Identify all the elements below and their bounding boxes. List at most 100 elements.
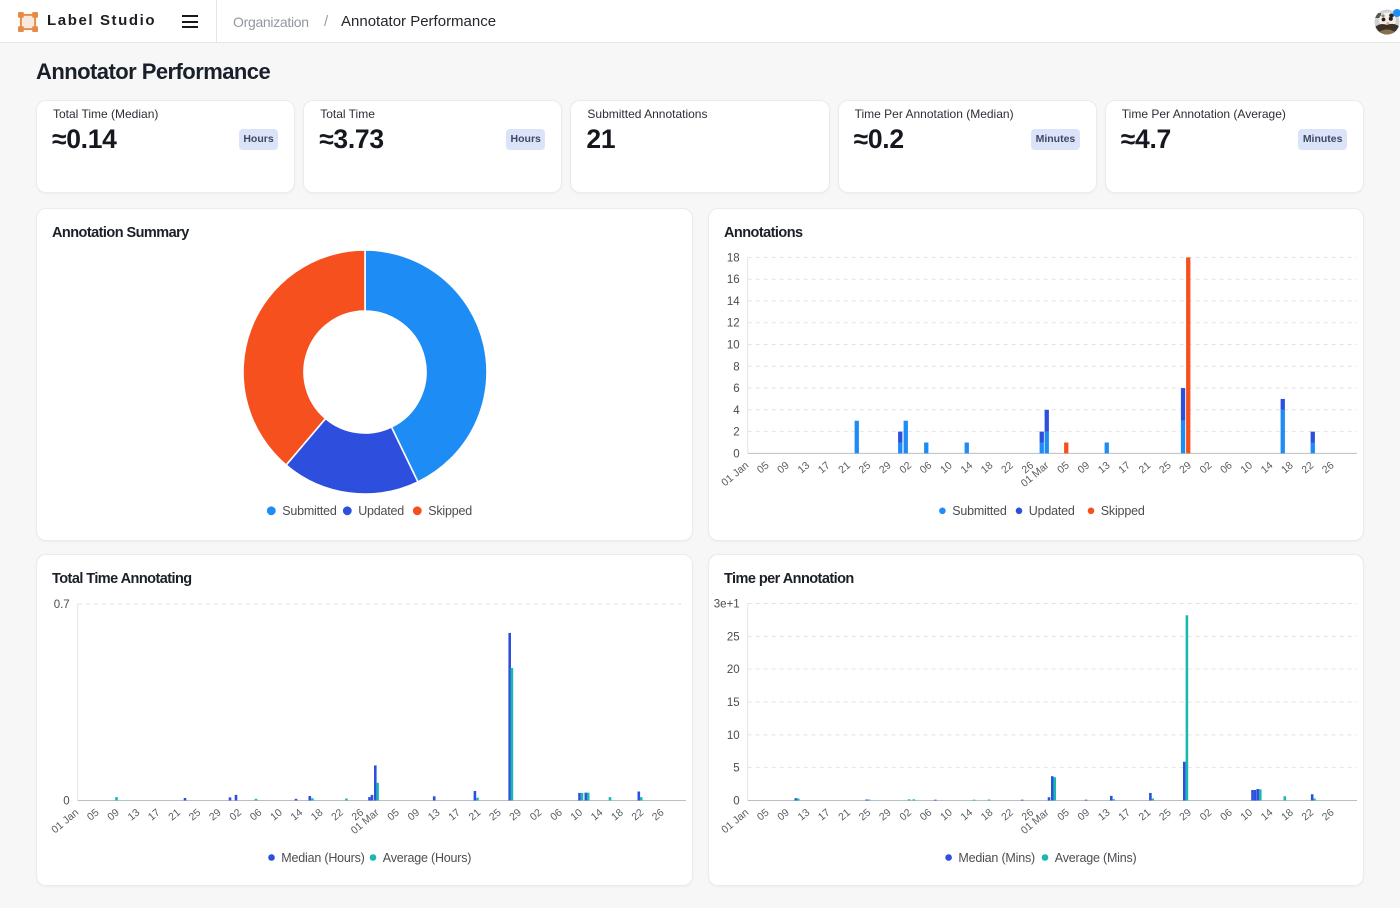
svg-text:09: 09 [1075, 807, 1092, 824]
svg-text:25: 25 [1157, 459, 1174, 476]
svg-text:02: 02 [897, 807, 914, 824]
svg-text:15: 15 [727, 697, 740, 709]
svg-text:21: 21 [467, 807, 484, 824]
svg-text:25: 25 [857, 459, 874, 476]
svg-text:22: 22 [999, 459, 1016, 476]
svg-text:Median (Hours): Median (Hours) [281, 851, 364, 865]
svg-text:17: 17 [816, 807, 833, 824]
svg-text:18: 18 [1279, 459, 1296, 476]
svg-text:5: 5 [733, 763, 739, 775]
svg-text:05: 05 [1055, 807, 1072, 824]
svg-text:14: 14 [958, 459, 975, 476]
svg-text:06: 06 [548, 807, 565, 824]
svg-text:18: 18 [979, 807, 996, 824]
svg-text:22: 22 [1299, 459, 1316, 476]
svg-text:22: 22 [1299, 807, 1316, 824]
svg-text:Skipped: Skipped [1101, 504, 1145, 518]
svg-text:12: 12 [727, 318, 740, 330]
svg-text:02: 02 [1198, 459, 1215, 476]
svg-text:02: 02 [528, 807, 545, 824]
svg-text:25: 25 [857, 807, 874, 824]
svg-text:13: 13 [796, 459, 813, 476]
svg-text:13: 13 [426, 807, 443, 824]
svg-text:6: 6 [733, 383, 739, 395]
svg-text:25: 25 [1157, 807, 1174, 824]
svg-text:10: 10 [727, 340, 740, 352]
svg-text:0: 0 [733, 448, 739, 460]
svg-text:10: 10 [1238, 807, 1255, 824]
svg-text:Skipped: Skipped [428, 504, 472, 518]
svg-text:0: 0 [733, 796, 739, 808]
svg-text:21: 21 [1137, 807, 1154, 824]
svg-text:21: 21 [836, 459, 853, 476]
svg-text:06: 06 [1218, 459, 1235, 476]
svg-text:05: 05 [1055, 459, 1072, 476]
svg-text:10: 10 [938, 807, 955, 824]
svg-text:18: 18 [309, 807, 326, 824]
svg-text:8: 8 [733, 361, 739, 373]
svg-text:10: 10 [268, 807, 285, 824]
svg-text:21: 21 [836, 807, 853, 824]
svg-text:13: 13 [1096, 807, 1113, 824]
svg-text:29: 29 [207, 807, 224, 824]
svg-text:18: 18 [727, 252, 740, 264]
svg-text:06: 06 [1218, 807, 1235, 824]
svg-text:01 Jan: 01 Jan [719, 459, 751, 489]
svg-text:09: 09 [775, 807, 792, 824]
svg-text:21: 21 [166, 807, 183, 824]
svg-text:17: 17 [816, 459, 833, 476]
svg-text:22: 22 [999, 807, 1016, 824]
svg-text:05: 05 [85, 807, 102, 824]
svg-text:3e+1: 3e+1 [714, 599, 740, 611]
svg-text:18: 18 [609, 807, 626, 824]
svg-text:Median (Mins): Median (Mins) [958, 851, 1035, 865]
svg-text:25: 25 [487, 807, 504, 824]
svg-text:05: 05 [385, 807, 402, 824]
svg-text:06: 06 [248, 807, 265, 824]
svg-text:18: 18 [979, 459, 996, 476]
svg-text:05: 05 [755, 807, 772, 824]
svg-text:14: 14 [1259, 807, 1276, 824]
svg-text:09: 09 [1075, 459, 1092, 476]
svg-text:01 Jan: 01 Jan [719, 807, 751, 837]
svg-text:29: 29 [877, 807, 894, 824]
svg-text:Updated: Updated [1029, 504, 1075, 518]
svg-text:09: 09 [105, 807, 122, 824]
svg-text:2: 2 [733, 427, 739, 439]
svg-text:26: 26 [1320, 807, 1337, 824]
svg-text:25: 25 [187, 807, 204, 824]
svg-text:10: 10 [727, 730, 740, 742]
svg-text:25: 25 [727, 631, 740, 643]
svg-text:09: 09 [405, 807, 422, 824]
svg-text:22: 22 [629, 807, 646, 824]
svg-text:14: 14 [288, 807, 305, 824]
svg-text:22: 22 [329, 807, 346, 824]
svg-text:17: 17 [146, 807, 163, 824]
svg-text:01 Jan: 01 Jan [49, 807, 81, 837]
svg-text:29: 29 [1177, 807, 1194, 824]
svg-text:14: 14 [1259, 459, 1276, 476]
svg-text:29: 29 [507, 807, 524, 824]
svg-text:Submitted: Submitted [952, 504, 1007, 518]
svg-text:17: 17 [446, 807, 463, 824]
svg-text:13: 13 [796, 807, 813, 824]
svg-text:17: 17 [1116, 807, 1133, 824]
svg-text:14: 14 [589, 807, 606, 824]
svg-text:02: 02 [897, 459, 914, 476]
svg-text:09: 09 [775, 459, 792, 476]
svg-text:10: 10 [938, 459, 955, 476]
svg-text:0.7: 0.7 [54, 599, 70, 611]
svg-text:05: 05 [755, 459, 772, 476]
svg-text:02: 02 [1198, 807, 1215, 824]
svg-text:13: 13 [126, 807, 143, 824]
svg-text:4: 4 [733, 405, 740, 417]
svg-text:Updated: Updated [358, 504, 404, 518]
svg-text:26: 26 [1320, 459, 1337, 476]
svg-text:14: 14 [727, 296, 740, 308]
svg-text:14: 14 [958, 807, 975, 824]
svg-text:10: 10 [1238, 459, 1255, 476]
svg-text:29: 29 [1177, 459, 1194, 476]
svg-text:29: 29 [877, 459, 894, 476]
svg-text:18: 18 [1279, 807, 1296, 824]
svg-text:Submitted: Submitted [282, 504, 337, 518]
